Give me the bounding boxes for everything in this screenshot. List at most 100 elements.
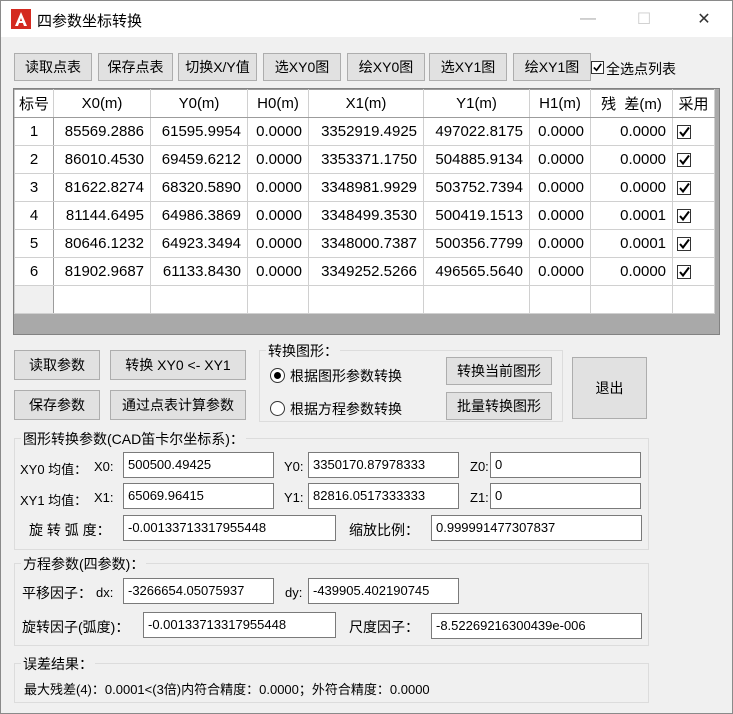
- table-row[interactable]: 5 80646.1232 64923.3494 0.0000 3348000.7387 5…: [14, 229, 716, 258]
- cell-y1[interactable]: 497022.8175: [423, 117, 531, 146]
- select-xy0-button[interactable]: 选XY0图: [263, 53, 341, 81]
- cell-y1[interactable]: 503752.7394: [423, 173, 531, 202]
- table-row[interactable]: 2 86010.4530 69459.6212 0.0000 3353371.1750 5…: [14, 145, 716, 174]
- empty-cell[interactable]: [247, 285, 310, 314]
- col-header-y1[interactable]: Y1(m): [423, 89, 531, 118]
- batch-convert-shapes-button[interactable]: 批量转换图形: [446, 392, 552, 420]
- cell-x1[interactable]: 3352919.4925: [308, 117, 425, 146]
- cell-x0[interactable]: 80646.1232: [53, 229, 152, 258]
- empty-cell[interactable]: [53, 285, 152, 314]
- use-checkbox[interactable]: [677, 237, 692, 252]
- radio-by-shape-params[interactable]: [270, 368, 285, 383]
- empty-cell[interactable]: [308, 285, 425, 314]
- cell-h1[interactable]: 0.0000: [529, 145, 592, 174]
- convert-current-shape-button[interactable]: 转换当前图形: [446, 357, 552, 385]
- empty-cell[interactable]: [529, 285, 592, 314]
- cell-y1[interactable]: 504885.9134: [423, 145, 531, 174]
- save-points-button[interactable]: 保存点表: [98, 53, 173, 81]
- x1-field[interactable]: 65069.96415: [123, 483, 274, 509]
- exit-button[interactable]: 退出: [572, 357, 647, 419]
- dx-field[interactable]: -3266654.05075937: [123, 578, 274, 604]
- cell-h1[interactable]: 0.0000: [529, 257, 592, 286]
- empty-cell[interactable]: [590, 285, 674, 314]
- cell-h0[interactable]: 0.0000: [247, 201, 310, 230]
- row-id-cell[interactable]: 6: [14, 257, 55, 286]
- cell-y0[interactable]: 61133.8430: [150, 257, 249, 286]
- cell-x0[interactable]: 86010.4530: [53, 145, 152, 174]
- cell-x1[interactable]: 3348000.7387: [308, 229, 425, 258]
- cell-residual[interactable]: 0.0001: [590, 201, 674, 230]
- col-header-h1[interactable]: H1(m): [529, 89, 592, 118]
- cell-x1[interactable]: 3348981.9929: [308, 173, 425, 202]
- col-header-y0[interactable]: Y0(m): [150, 89, 249, 118]
- col-header-x0[interactable]: X0(m): [53, 89, 152, 118]
- cell-h1[interactable]: 0.0000: [529, 117, 592, 146]
- cell-residual[interactable]: 0.0001: [590, 229, 674, 258]
- calc-params-button[interactable]: 通过点表计算参数: [110, 390, 246, 420]
- cell-h1[interactable]: 0.0000: [529, 173, 592, 202]
- cell-h1[interactable]: 0.0000: [529, 201, 592, 230]
- cell-x1[interactable]: 3348499.3530: [308, 201, 425, 230]
- row-id-cell[interactable]: 3: [14, 173, 55, 202]
- col-header-id[interactable]: 标号: [14, 89, 55, 118]
- cell-y0[interactable]: 64923.3494: [150, 229, 249, 258]
- table-row[interactable]: 6 81902.9687 61133.8430 0.0000 3349252.5266 4…: [14, 257, 716, 286]
- cell-x1[interactable]: 3349252.5266: [308, 257, 425, 286]
- empty-cell[interactable]: [150, 285, 249, 314]
- scale-field[interactable]: 0.999991477307837: [431, 515, 642, 541]
- cell-x0[interactable]: 85569.2886: [53, 117, 152, 146]
- cell-residual[interactable]: 0.0000: [590, 257, 674, 286]
- row-id-cell[interactable]: 2: [14, 145, 55, 174]
- y1-field[interactable]: 82816.0517333333: [308, 483, 459, 509]
- cell-h0[interactable]: 0.0000: [247, 145, 310, 174]
- cell-y0[interactable]: 68320.5890: [150, 173, 249, 202]
- use-checkbox[interactable]: [677, 209, 692, 224]
- cell-y1[interactable]: 500419.1513: [423, 201, 531, 230]
- points-table[interactable]: 标号 X0(m) Y0(m) H0(m) X1(m) Y1(m) H1(m) 残…: [13, 88, 720, 335]
- cell-y1[interactable]: 496565.5640: [423, 257, 531, 286]
- cell-residual[interactable]: 0.0000: [590, 117, 674, 146]
- row-id-cell[interactable]: 5: [14, 229, 55, 258]
- cell-y0[interactable]: 61595.9954: [150, 117, 249, 146]
- cell-h1[interactable]: 0.0000: [529, 229, 592, 258]
- cell-x0[interactable]: 81144.6495: [53, 201, 152, 230]
- z1-field[interactable]: 0: [490, 483, 641, 509]
- col-header-use[interactable]: 采用: [672, 89, 716, 118]
- cell-residual[interactable]: 0.0000: [590, 145, 674, 174]
- col-header-h0[interactable]: H0(m): [247, 89, 310, 118]
- use-checkbox[interactable]: [677, 125, 692, 140]
- table-row-empty[interactable]: [14, 285, 716, 314]
- read-params-button[interactable]: 读取参数: [14, 350, 100, 380]
- cell-y0[interactable]: 69459.6212: [150, 145, 249, 174]
- empty-cell[interactable]: [423, 285, 531, 314]
- cell-h0[interactable]: 0.0000: [247, 257, 310, 286]
- cell-y1[interactable]: 500356.7799: [423, 229, 531, 258]
- cell-x0[interactable]: 81902.9687: [53, 257, 152, 286]
- use-checkbox[interactable]: [677, 265, 692, 280]
- cell-h0[interactable]: 0.0000: [247, 229, 310, 258]
- col-header-residual[interactable]: 残 差(m): [590, 89, 674, 118]
- table-row[interactable]: 1 85569.2886 61595.9954 0.0000 3352919.4925 4…: [14, 117, 716, 146]
- scale-factor-field[interactable]: -8.52269216300439e-006: [431, 613, 642, 639]
- close-button[interactable]: ✕: [681, 1, 727, 37]
- cell-x0[interactable]: 81622.8274: [53, 173, 152, 202]
- select-all-checkbox[interactable]: [591, 61, 604, 74]
- select-xy1-button[interactable]: 选XY1图: [429, 53, 507, 81]
- z0-field[interactable]: 0: [490, 452, 641, 478]
- read-points-button[interactable]: 读取点表: [14, 53, 92, 81]
- cell-residual[interactable]: 0.0000: [590, 173, 674, 202]
- table-row[interactable]: 4 81144.6495 64986.3869 0.0000 3348499.3530 5…: [14, 201, 716, 230]
- dy-field[interactable]: -439905.402190745: [308, 578, 459, 604]
- maximize-button[interactable]: ☐: [621, 1, 667, 37]
- row-id-cell[interactable]: 1: [14, 117, 55, 146]
- cell-h0[interactable]: 0.0000: [247, 117, 310, 146]
- radio-by-equation-params[interactable]: [270, 401, 285, 416]
- row-id-cell[interactable]: 4: [14, 201, 55, 230]
- empty-cell[interactable]: [672, 285, 716, 314]
- rotation-field[interactable]: -0.00133713317955448: [123, 515, 336, 541]
- table-row[interactable]: 3 81622.8274 68320.5890 0.0000 3348981.9929 5…: [14, 173, 716, 202]
- convert-xy0-from-xy1-button[interactable]: 转换 XY0 <- XY1: [110, 350, 246, 380]
- cell-h0[interactable]: 0.0000: [247, 173, 310, 202]
- switch-xy-button[interactable]: 切换X/Y值: [178, 53, 257, 81]
- x0-field[interactable]: 500500.49425: [123, 452, 274, 478]
